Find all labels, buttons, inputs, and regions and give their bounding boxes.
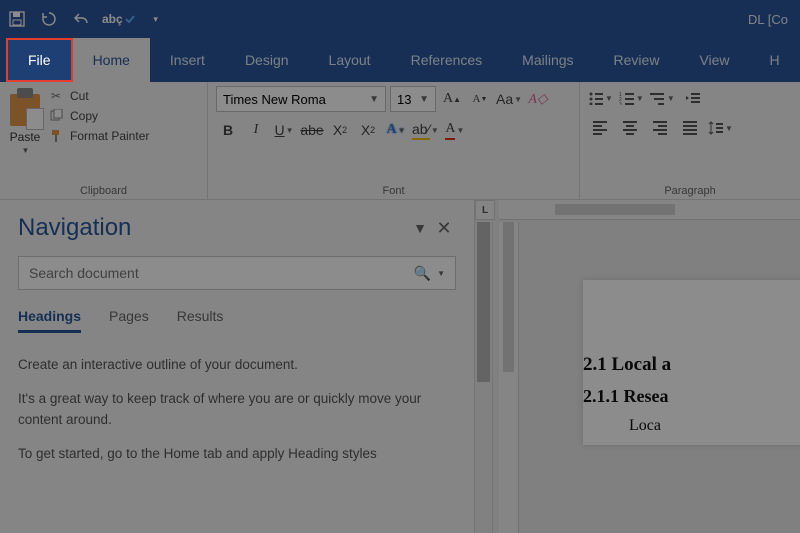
- tab-insert[interactable]: Insert: [150, 38, 225, 82]
- group-label-paragraph: Paragraph: [588, 182, 792, 199]
- doc-body-line: Loca: [583, 417, 800, 435]
- doc-heading-3: 2.1.1 Resea: [583, 386, 800, 407]
- font-name-value: Times New Roma: [223, 92, 326, 107]
- tab-design[interactable]: Design: [225, 38, 309, 82]
- align-center-button[interactable]: [618, 116, 642, 140]
- title-bar: abç ▾ DL [Co: [0, 0, 800, 38]
- document-area: L 2.1 Local a 2.1.1 Resea Loca: [475, 200, 800, 533]
- tab-selector[interactable]: L: [475, 200, 495, 220]
- nav-tab-headings[interactable]: Headings: [18, 308, 81, 333]
- chevron-down-icon: ▼: [369, 94, 379, 105]
- superscript-button[interactable]: X2: [356, 118, 380, 142]
- quick-access-toolbar: abç ▾: [6, 8, 167, 30]
- group-label-clipboard: Clipboard: [8, 182, 199, 199]
- document-page[interactable]: 2.1 Local a 2.1.1 Resea Loca: [583, 280, 800, 445]
- grow-font-button[interactable]: A▲: [440, 87, 464, 111]
- search-field[interactable]: [29, 265, 414, 281]
- nav-tab-pages[interactable]: Pages: [109, 308, 149, 333]
- nav-tab-results[interactable]: Results: [177, 308, 224, 333]
- nav-help-line: It's a great way to keep track of where …: [18, 389, 456, 430]
- paste-label: Paste: [10, 130, 41, 144]
- change-case-button[interactable]: Aa▼: [496, 87, 522, 111]
- svg-text:3: 3: [619, 102, 622, 105]
- ribbon: Paste ▼ ✂ Cut Copy Form: [0, 82, 800, 200]
- copy-icon: [48, 108, 64, 124]
- group-paragraph: ▼ 123▼ ▼ ▼ Paragraph: [580, 82, 800, 199]
- cut-label: Cut: [70, 89, 89, 103]
- horizontal-ruler[interactable]: [499, 200, 800, 220]
- text-effects-button[interactable]: A▼: [384, 118, 408, 142]
- nav-menu-icon[interactable]: ▼: [408, 220, 432, 236]
- tab-mailings[interactable]: Mailings: [502, 38, 593, 82]
- spellcheck-icon[interactable]: abç: [102, 8, 135, 30]
- tab-file[interactable]: File: [6, 38, 73, 82]
- bold-button[interactable]: B: [216, 118, 240, 142]
- bullets-button[interactable]: ▼: [588, 86, 613, 110]
- multilevel-list-button[interactable]: ▼: [650, 86, 675, 110]
- search-icon[interactable]: 🔍: [414, 265, 431, 282]
- undo-icon[interactable]: [70, 8, 92, 30]
- subscript-button[interactable]: X2: [328, 118, 352, 142]
- strikethrough-button[interactable]: abe: [300, 118, 324, 142]
- tab-more[interactable]: H: [750, 38, 800, 82]
- window-title: DL [Co: [748, 12, 794, 27]
- repeat-icon[interactable]: [38, 8, 60, 30]
- copy-button[interactable]: Copy: [48, 108, 149, 124]
- copy-label: Copy: [70, 109, 98, 123]
- group-font: Times New Roma▼ 13▼ A▲ A▼ Aa▼ A◇ B I U▼ …: [208, 82, 580, 199]
- line-spacing-button[interactable]: ▼: [708, 116, 733, 140]
- shrink-font-button[interactable]: A▼: [468, 87, 492, 111]
- content-area: Navigation ▼ ✕ 🔍 ▼ Headings Pages Result…: [0, 200, 800, 533]
- doc-heading-2: 2.1 Local a: [583, 354, 800, 376]
- save-icon[interactable]: [6, 8, 28, 30]
- scissors-icon: ✂: [48, 88, 64, 104]
- decrease-indent-button[interactable]: [681, 86, 705, 110]
- tab-review[interactable]: Review: [594, 38, 680, 82]
- justify-button[interactable]: [678, 116, 702, 140]
- scrollbar-thumb[interactable]: [477, 222, 490, 382]
- font-size-combo[interactable]: 13 ▼: [390, 86, 436, 112]
- format-painter-label: Format Painter: [70, 129, 149, 143]
- tab-home[interactable]: Home: [73, 38, 150, 82]
- navigation-tabs: Headings Pages Results: [18, 308, 456, 333]
- group-label-font: Font: [216, 182, 571, 199]
- search-input[interactable]: 🔍 ▼: [18, 256, 456, 290]
- navigation-pane: Navigation ▼ ✕ 🔍 ▼ Headings Pages Result…: [0, 200, 475, 533]
- highlight-button[interactable]: ab⁄▼: [412, 118, 439, 142]
- navigation-help-text: Create an interactive outline of your do…: [18, 355, 456, 464]
- italic-button[interactable]: I: [244, 118, 268, 142]
- format-painter-button[interactable]: Format Painter: [48, 128, 149, 144]
- chevron-down-icon: ▼: [22, 146, 30, 155]
- vertical-ruler[interactable]: [499, 222, 519, 533]
- cut-button[interactable]: ✂ Cut: [48, 88, 149, 104]
- underline-button[interactable]: U▼: [272, 118, 296, 142]
- tab-layout[interactable]: Layout: [309, 38, 391, 82]
- font-name-combo[interactable]: Times New Roma ▼: [216, 86, 386, 112]
- nav-help-line: To get started, go to the Home tab and a…: [18, 444, 456, 464]
- align-left-button[interactable]: [588, 116, 612, 140]
- font-size-value: 13: [397, 92, 411, 107]
- navigation-title: Navigation: [18, 214, 408, 242]
- font-color-button[interactable]: A▼: [443, 118, 467, 142]
- paste-button[interactable]: Paste ▼: [8, 86, 42, 155]
- vertical-scrollbar[interactable]: [475, 222, 493, 533]
- paintbrush-icon: [48, 128, 64, 144]
- ribbon-tabs: File Home Insert Design Layout Reference…: [0, 38, 800, 82]
- chevron-down-icon[interactable]: ▼: [437, 269, 445, 278]
- tab-view[interactable]: View: [679, 38, 749, 82]
- group-clipboard: Paste ▼ ✂ Cut Copy Form: [0, 82, 208, 199]
- chevron-down-icon: ▼: [419, 94, 429, 105]
- paste-icon: [8, 88, 42, 128]
- nav-help-line: Create an interactive outline of your do…: [18, 355, 456, 375]
- align-right-button[interactable]: [648, 116, 672, 140]
- clear-formatting-button[interactable]: A◇: [526, 87, 550, 111]
- tab-references[interactable]: References: [391, 38, 503, 82]
- numbering-button[interactable]: 123▼: [619, 86, 644, 110]
- qat-customize-icon[interactable]: ▾: [145, 8, 167, 30]
- close-icon[interactable]: ✕: [432, 218, 456, 239]
